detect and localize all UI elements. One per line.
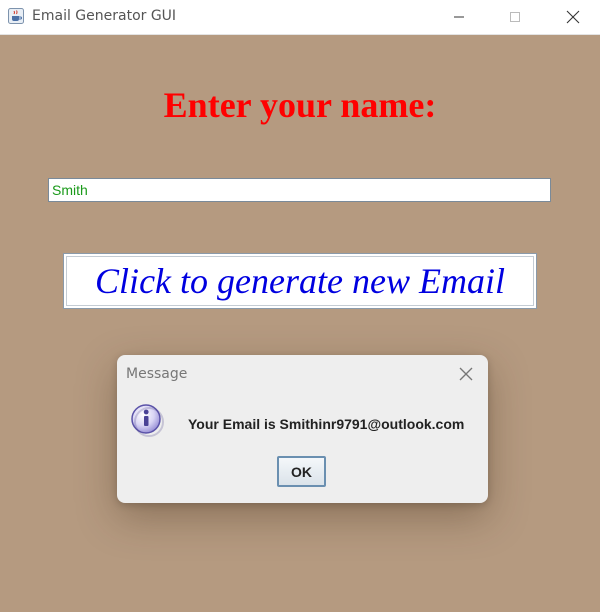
- minimize-icon: [454, 16, 464, 18]
- close-icon: [459, 367, 473, 381]
- generate-email-button[interactable]: Click to generate new Email: [63, 253, 537, 309]
- close-icon: [566, 10, 580, 24]
- name-input[interactable]: [48, 178, 551, 202]
- dialog-message: Your Email is Smithinr9791@outlook.com: [188, 416, 465, 432]
- maximize-button[interactable]: [492, 0, 538, 34]
- window-title-bar: Email Generator GUI: [0, 0, 600, 35]
- java-coffee-icon: [8, 8, 24, 24]
- message-dialog: Message Your Email is Smithinr9791@outlo…: [117, 355, 488, 503]
- maximize-icon: [510, 12, 520, 22]
- info-icon: [131, 404, 164, 437]
- dialog-title: Message: [126, 366, 188, 382]
- dialog-close-button[interactable]: [455, 363, 477, 385]
- name-prompt-heading: Enter your name:: [163, 85, 437, 125]
- ok-button[interactable]: OK: [277, 456, 326, 487]
- window-title: Email Generator GUI: [32, 8, 177, 24]
- close-button[interactable]: [550, 0, 596, 34]
- minimize-button[interactable]: [436, 0, 482, 34]
